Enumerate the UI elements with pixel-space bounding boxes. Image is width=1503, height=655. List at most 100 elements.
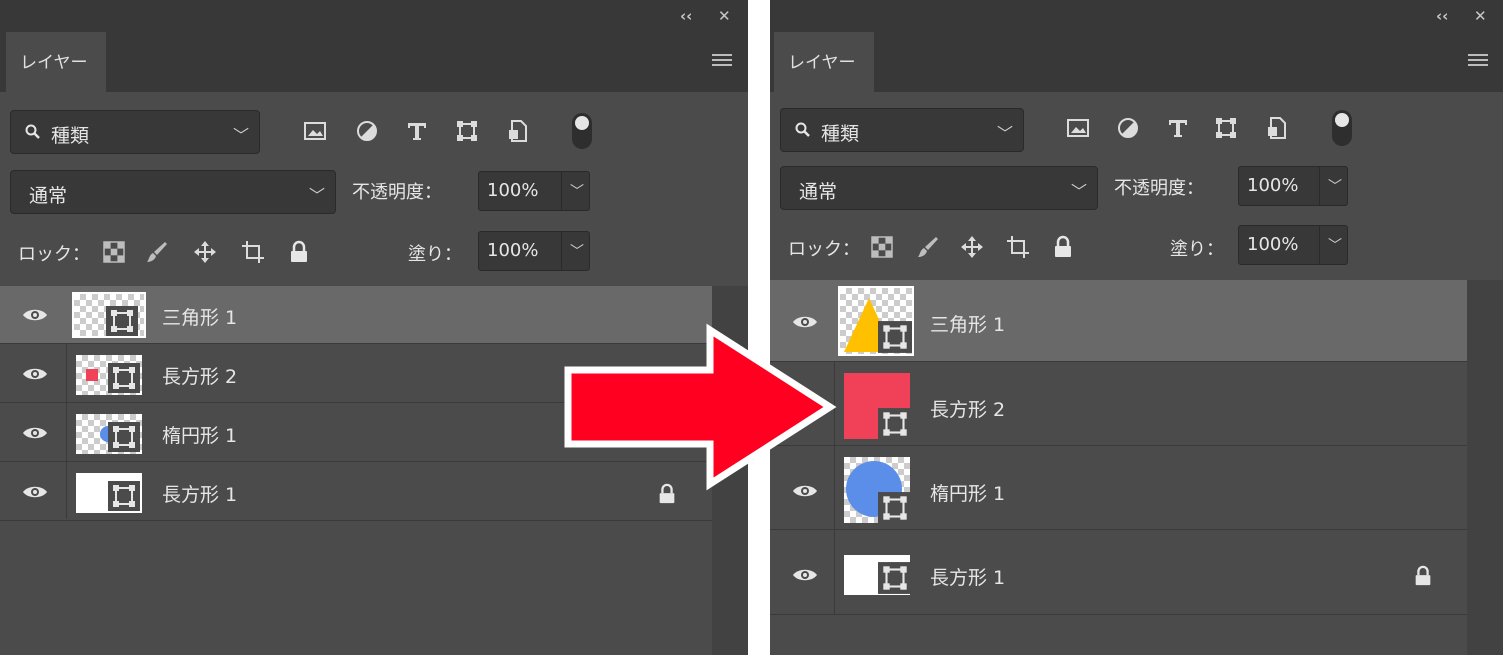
layer-name[interactable]: 長方形 2 <box>930 395 1005 422</box>
hamburger-menu-icon[interactable] <box>1468 54 1488 68</box>
layer-name[interactable]: 三角形 1 <box>930 310 1005 337</box>
shape-layer-badge-icon <box>878 408 912 440</box>
type-filter-icon[interactable] <box>405 119 429 143</box>
lock-image-pixels-icon[interactable] <box>916 235 940 259</box>
opacity-label: 不透明度： <box>352 182 442 203</box>
filter-kind-select[interactable]: 種類 ﹀ <box>780 108 1024 152</box>
fill-dropdown-button[interactable]: ﹀ <box>1319 226 1347 264</box>
filter-kind-label: 種類 <box>821 123 860 145</box>
search-icon <box>795 122 810 137</box>
layer-name[interactable]: 長方形 2 <box>162 362 237 389</box>
layer-list-scrollbar[interactable] <box>1467 280 1503 655</box>
smart-object-filter-icon[interactable] <box>506 119 530 143</box>
blend-mode-label: 通常 <box>799 181 838 203</box>
red-arrow-right-icon <box>564 323 837 491</box>
fill-value: 100% <box>487 240 539 261</box>
lock-artboard-icon[interactable] <box>241 240 265 264</box>
tab-layers[interactable]: レイヤー <box>6 32 106 92</box>
fill-input[interactable]: 100% ﹀ <box>478 231 590 271</box>
opacity-input[interactable]: 100% ﹀ <box>478 171 590 211</box>
lock-transparent-pixels-icon[interactable] <box>102 240 126 264</box>
collapse-panel-button[interactable]: ‹‹ <box>1436 8 1448 24</box>
filter-toggle-switch[interactable] <box>1332 110 1352 146</box>
visibility-eye-icon[interactable] <box>22 307 48 323</box>
close-panel-button[interactable]: ✕ <box>1474 8 1487 24</box>
lock-label: ロック： <box>18 244 90 265</box>
lock-artboard-icon[interactable] <box>1006 235 1030 259</box>
shape-layer-badge-icon <box>106 306 138 336</box>
filter-kind-select[interactable]: 種類 ﹀ <box>10 110 260 154</box>
opacity-dropdown-button[interactable]: ﹀ <box>561 172 589 210</box>
chevron-down-icon: ﹀ <box>1328 238 1342 254</box>
opacity-dropdown-button[interactable]: ﹀ <box>1319 167 1347 205</box>
opacity-value: 100% <box>1247 175 1299 196</box>
blend-mode-select[interactable]: 通常 ﹀ <box>10 170 336 214</box>
fill-dropdown-button[interactable]: ﹀ <box>561 232 589 270</box>
chevron-down-icon: ﹀ <box>570 184 584 200</box>
layer-name[interactable]: 楕円形 1 <box>162 421 237 448</box>
layer-row[interactable]: 長方形 1 <box>770 531 1467 615</box>
search-icon <box>25 124 40 139</box>
tab-layers[interactable]: レイヤー <box>774 32 874 92</box>
type-filter-icon[interactable] <box>1166 116 1190 140</box>
fill-label: 塗り： <box>1170 239 1224 260</box>
panel-tab-row: レイヤー <box>770 32 1503 92</box>
layer-name[interactable]: 三角形 1 <box>162 303 237 330</box>
blend-mode-select[interactable]: 通常 ﹀ <box>780 166 1098 210</box>
visibility-eye-icon[interactable] <box>22 425 48 441</box>
lock-position-icon[interactable] <box>193 240 217 264</box>
shape-filter-icon[interactable] <box>455 119 479 143</box>
visibility-eye-icon[interactable] <box>22 484 48 500</box>
blend-mode-label: 通常 <box>29 185 68 207</box>
layer-name[interactable]: 楕円形 1 <box>930 479 1005 506</box>
layers-panel-after: ‹‹ ✕ レイヤー 種類 ﹀ 通常 ﹀ 不透明度： 100% ﹀ ロック： 塗り… <box>770 0 1503 655</box>
layer-name[interactable]: 長方形 1 <box>162 480 237 507</box>
lock-image-pixels-icon[interactable] <box>145 240 169 264</box>
layer-row[interactable]: 長方形 2 <box>770 363 1467 446</box>
opacity-label: 不透明度： <box>1114 178 1204 199</box>
layer-row[interactable]: 楕円形 1 <box>770 447 1467 530</box>
adjustment-filter-icon[interactable] <box>1116 116 1140 140</box>
shape-layer-badge-icon <box>878 562 912 594</box>
filter-toggle-switch[interactable] <box>572 113 592 149</box>
chevron-down-icon: ﹀ <box>308 186 325 205</box>
collapse-panel-button[interactable]: ‹‹ <box>680 8 692 24</box>
panel-tab-row: レイヤー <box>0 32 748 92</box>
opacity-input[interactable]: 100% ﹀ <box>1238 166 1348 206</box>
chevron-down-icon: ﹀ <box>570 244 584 260</box>
layer-lock-icon[interactable] <box>1412 565 1434 587</box>
shape-filter-icon[interactable] <box>1214 116 1238 140</box>
image-filter-icon[interactable] <box>303 119 327 143</box>
lock-position-icon[interactable] <box>960 235 984 259</box>
visibility-eye-icon[interactable] <box>22 366 48 382</box>
lock-all-icon[interactable] <box>287 240 311 264</box>
lock-label: ロック： <box>788 239 860 260</box>
rectangle-shape <box>86 369 98 381</box>
visibility-eye-icon[interactable] <box>792 567 818 583</box>
fill-label: 塗り： <box>408 244 462 265</box>
chevron-down-icon: ﹀ <box>1328 179 1342 195</box>
lock-all-icon[interactable] <box>1051 235 1075 259</box>
shape-layer-badge-icon <box>878 321 912 353</box>
shape-layer-badge-icon <box>108 422 140 452</box>
chevron-down-icon: ﹀ <box>996 124 1013 143</box>
shape-layer-badge-icon <box>108 363 140 393</box>
adjustment-filter-icon[interactable] <box>355 119 379 143</box>
fill-input[interactable]: 100% ﹀ <box>1238 225 1348 265</box>
layer-name[interactable]: 長方形 1 <box>930 563 1005 590</box>
close-panel-button[interactable]: ✕ <box>718 8 731 24</box>
layer-row[interactable]: 三角形 1 <box>770 280 1467 362</box>
image-filter-icon[interactable] <box>1066 116 1090 140</box>
smart-object-filter-icon[interactable] <box>1265 116 1289 140</box>
filter-kind-label: 種類 <box>51 125 90 147</box>
shape-layer-badge-icon <box>878 492 912 524</box>
chevron-down-icon: ﹀ <box>232 126 249 145</box>
chevron-down-icon: ﹀ <box>1070 182 1087 201</box>
opacity-value: 100% <box>487 180 539 201</box>
fill-value: 100% <box>1247 234 1299 255</box>
hamburger-menu-icon[interactable] <box>712 54 732 68</box>
lock-transparent-pixels-icon[interactable] <box>870 235 894 259</box>
panel-titlebar: ‹‹ ✕ <box>770 0 1503 32</box>
shape-layer-badge-icon <box>108 481 140 511</box>
panel-titlebar: ‹‹ ✕ <box>0 0 748 32</box>
